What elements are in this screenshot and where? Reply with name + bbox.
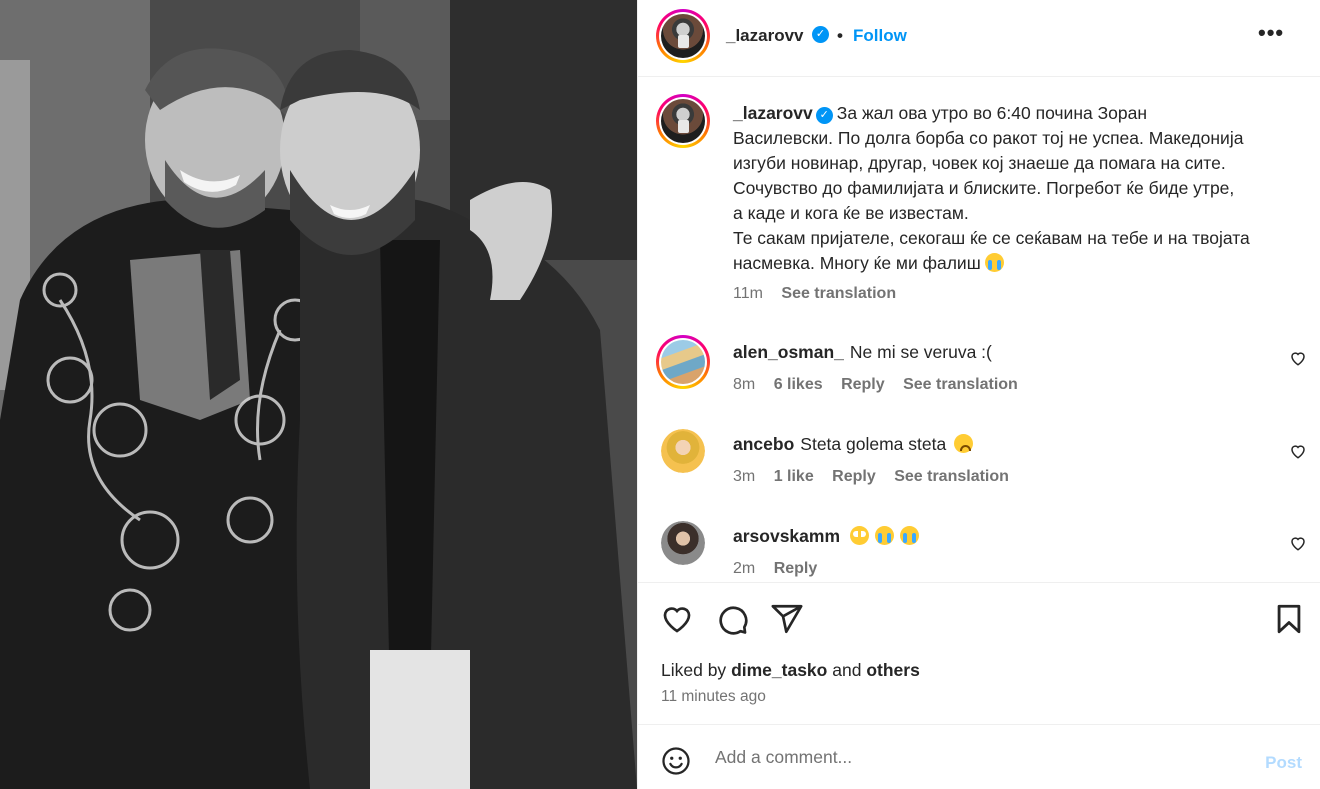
post-side-panel: _lazarovv ✓ • Follow ••• _lazarovv ✓ За жа… bbox=[637, 0, 1320, 789]
reply-link[interactable]: Reply bbox=[774, 560, 818, 577]
comments-list[interactable]: _lazarovv ✓ За жал ова утро во 6:40 почина… bbox=[638, 78, 1320, 582]
caption-author-avatar[interactable] bbox=[656, 94, 710, 148]
comment-likes-link[interactable]: 6 likes bbox=[774, 376, 823, 393]
caption-time: 11m bbox=[733, 285, 763, 302]
caption-line-4: Сочувство до фамилијата и блиските. Погр… bbox=[733, 178, 1235, 198]
comment-meta: 2m Reply bbox=[733, 560, 831, 578]
comment-body: Ne mi se veruva :( bbox=[849, 342, 992, 362]
frowning-face-emoji-icon bbox=[954, 434, 974, 453]
photo-illustration bbox=[0, 0, 637, 789]
comment-like-heart-icon[interactable] bbox=[1289, 534, 1307, 552]
comment-text: alen_osman_ Ne mi se veruva :( bbox=[733, 342, 992, 363]
author-username[interactable]: _lazarovv bbox=[726, 26, 804, 46]
flushed-face-emoji-icon bbox=[850, 526, 870, 545]
caption-line-5: а каде и кога ќе ве известам. bbox=[733, 203, 969, 223]
comment-body: Steta golema steta bbox=[800, 434, 947, 454]
separator-dot: • bbox=[837, 26, 843, 45]
see-translation-link[interactable]: See translation bbox=[903, 376, 1018, 393]
caption-username[interactable]: _lazarovv bbox=[733, 103, 813, 123]
verified-badge-icon: ✓ bbox=[812, 26, 829, 43]
caption-line-1: За жал ова утро во 6:40 почина Зоран bbox=[836, 103, 1148, 123]
liked-by-conj: and bbox=[832, 660, 862, 680]
commenter-username[interactable]: arsovskamm bbox=[733, 526, 840, 546]
post-photo[interactable] bbox=[0, 0, 637, 789]
comment-likes-link[interactable]: 1 like bbox=[774, 468, 814, 485]
reply-link[interactable]: Reply bbox=[832, 468, 876, 485]
comment-time: 3m bbox=[733, 468, 756, 485]
comment-meta: 3m 1 like Reply See translation bbox=[733, 468, 1023, 486]
post-time-ago[interactable]: 11 minutes ago bbox=[661, 688, 766, 706]
comment-row: ancebo Steta golema steta 3m 1 like Reply… bbox=[638, 424, 1320, 494]
share-send-icon[interactable] bbox=[770, 602, 804, 636]
crying-face-emoji-icon bbox=[900, 526, 920, 545]
reply-link[interactable]: Reply bbox=[841, 376, 885, 393]
author-avatar[interactable] bbox=[656, 9, 710, 63]
comment-text: ancebo Steta golema steta bbox=[733, 434, 974, 455]
liked-by-others-link[interactable]: others bbox=[866, 660, 919, 680]
comment-like-heart-icon[interactable] bbox=[1289, 349, 1307, 367]
comment-row: arsovskamm 2m Reply bbox=[638, 516, 1320, 582]
post-header: _lazarovv ✓ • Follow ••• bbox=[638, 0, 1320, 77]
comment-time: 8m bbox=[733, 376, 756, 393]
comment-bubble-icon[interactable] bbox=[715, 602, 749, 636]
caption-see-translation-link[interactable]: See translation bbox=[781, 285, 896, 302]
post-actions-bar: Liked by dime_tasko and others 11 minute… bbox=[638, 582, 1320, 724]
comment-text: arsovskamm bbox=[733, 526, 920, 547]
commenter-username[interactable]: ancebo bbox=[733, 434, 794, 454]
commenter-avatar[interactable] bbox=[661, 521, 705, 565]
comment-like-heart-icon[interactable] bbox=[1289, 442, 1307, 460]
commenter-avatar[interactable] bbox=[656, 335, 710, 389]
crying-face-emoji-icon bbox=[875, 526, 895, 545]
see-translation-link[interactable]: See translation bbox=[894, 468, 1009, 485]
commenter-username[interactable]: alen_osman_ bbox=[733, 342, 844, 362]
more-options-icon[interactable]: ••• bbox=[1258, 20, 1284, 46]
like-heart-icon[interactable] bbox=[660, 602, 694, 636]
comment-meta: 8m 6 likes Reply See translation bbox=[733, 376, 1032, 394]
liked-by-text: Liked by dime_tasko and others bbox=[661, 660, 920, 681]
crying-face-emoji-icon bbox=[984, 253, 1004, 272]
caption-verified-badge-icon: ✓ bbox=[815, 107, 833, 124]
caption-line-6: Те сакам пријателе, секогаш ќе се сеќава… bbox=[733, 228, 1250, 248]
post-caption: _lazarovv ✓ За жал ова утро во 6:40 почина… bbox=[733, 101, 1293, 276]
comment-input[interactable] bbox=[715, 743, 1235, 771]
liked-by-prefix: Liked by bbox=[661, 660, 727, 680]
comment-time: 2m bbox=[733, 560, 756, 577]
follow-button[interactable]: Follow bbox=[853, 26, 907, 46]
caption-meta: 11m See translation bbox=[733, 285, 910, 303]
post-comment-button[interactable]: Post bbox=[1265, 753, 1302, 773]
add-comment-bar: Post bbox=[638, 724, 1320, 789]
emoji-picker-icon[interactable] bbox=[661, 746, 691, 776]
save-bookmark-icon[interactable] bbox=[1272, 602, 1306, 636]
caption-line-7: насмевка. Многу ќе ми фалиш bbox=[733, 253, 981, 273]
caption-line-2: Василевски. По долга борба со ракот тој … bbox=[733, 128, 1244, 148]
liked-by-user-link[interactable]: dime_tasko bbox=[731, 660, 827, 680]
commenter-avatar[interactable] bbox=[661, 429, 705, 473]
caption-line-3: изгуби новинар, другар, човек кој знаеше… bbox=[733, 153, 1226, 173]
comment-row: alen_osman_ Ne mi se veruva :( 8m 6 likes… bbox=[638, 330, 1320, 400]
